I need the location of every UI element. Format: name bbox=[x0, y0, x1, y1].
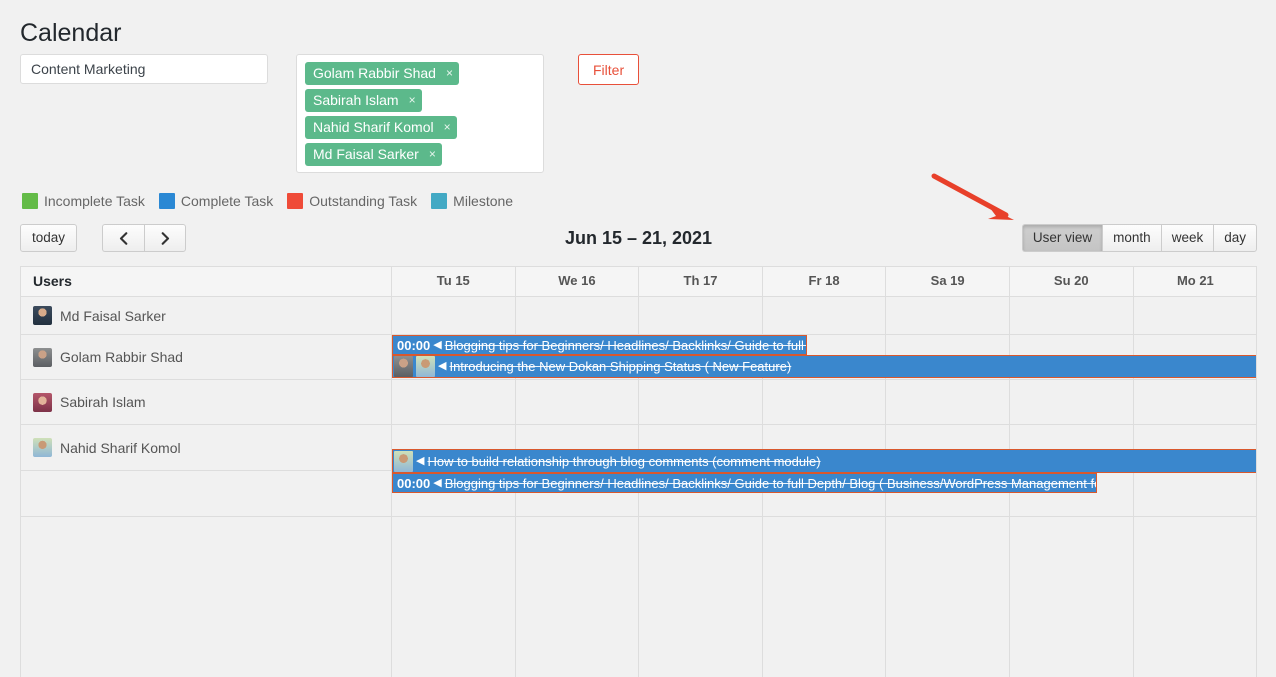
close-icon[interactable]: × bbox=[444, 118, 451, 136]
user-select-box[interactable]: Golam Rabbir Shad × Sabirah Islam × Nahi… bbox=[296, 54, 544, 173]
avatar bbox=[394, 450, 413, 472]
view-button-day[interactable]: day bbox=[1213, 224, 1257, 252]
calendar-event[interactable]: ◀ How to build relationship through blog… bbox=[392, 449, 1256, 473]
close-icon[interactable]: × bbox=[429, 145, 436, 163]
legend-item-incomplete: Incomplete Task bbox=[22, 193, 145, 209]
user-chip-label: Nahid Sharif Komol bbox=[313, 119, 434, 135]
calendar-header-row: Users Tu 15 We 16 Th 17 Fr 18 Sa 19 Su 2… bbox=[21, 267, 1256, 297]
event-title: Blogging tips for Beginners/ Headlines/ … bbox=[444, 337, 806, 353]
view-button-week[interactable]: week bbox=[1160, 224, 1214, 252]
caret-left-icon: ◀ bbox=[416, 454, 425, 467]
legend-label: Incomplete Task bbox=[44, 193, 145, 209]
caret-left-icon: ◀ bbox=[433, 476, 442, 489]
filter-bar: Golam Rabbir Shad × Sabirah Islam × Nahi… bbox=[20, 54, 640, 173]
legend-label: Complete Task bbox=[180, 193, 274, 209]
event-time: 00:00 bbox=[397, 475, 431, 491]
user-chip[interactable]: Sabirah Islam × bbox=[305, 89, 422, 112]
calendar-event[interactable]: ◀ Introducing the New Dokan Shipping Sta… bbox=[392, 355, 1256, 378]
legend-swatch bbox=[431, 193, 448, 209]
calendar-toolbar: today Jun 15 – 21, 2021 User view month … bbox=[20, 224, 1257, 254]
event-time: 00:00 bbox=[397, 337, 431, 353]
page-title: Calendar bbox=[20, 19, 122, 47]
column-header-day: Sa 19 bbox=[886, 267, 1010, 296]
user-chip-label: Md Faisal Sarker bbox=[313, 146, 419, 162]
user-chip-label: Golam Rabbir Shad bbox=[313, 65, 436, 81]
close-icon[interactable]: × bbox=[446, 64, 453, 82]
column-header-day: Th 17 bbox=[639, 267, 763, 296]
user-chip-label: Sabirah Islam bbox=[313, 92, 399, 108]
event-title: Introducing the New Dokan Shipping Statu… bbox=[449, 359, 792, 374]
legend-label: Outstanding Task bbox=[309, 193, 418, 209]
calendar-grid: Users Tu 15 We 16 Th 17 Fr 18 Sa 19 Su 2… bbox=[20, 266, 1257, 677]
calendar-event[interactable]: 00:00 ◀ Blogging tips for Beginners/ Hea… bbox=[392, 335, 807, 355]
column-header-day: Tu 15 bbox=[392, 267, 516, 296]
column-header-day: We 16 bbox=[516, 267, 640, 296]
legend-item-outstanding: Outstanding Task bbox=[287, 193, 417, 209]
annotation-arrow-icon bbox=[931, 173, 1014, 220]
legend: Incomplete Task Complete Task Outstandin… bbox=[22, 193, 521, 209]
calendar-body: Md Faisal Sarker Golam Rabbir Shad Sabir… bbox=[21, 297, 1256, 677]
project-input[interactable] bbox=[20, 54, 268, 84]
avatar bbox=[416, 356, 435, 377]
legend-swatch bbox=[287, 193, 304, 209]
legend-item-complete: Complete Task bbox=[158, 193, 274, 209]
caret-left-icon: ◀ bbox=[433, 338, 442, 351]
caret-left-icon: ◀ bbox=[438, 360, 447, 372]
event-title: How to build relationship through blog c… bbox=[427, 453, 821, 469]
column-header-day: Fr 18 bbox=[763, 267, 887, 296]
user-chip[interactable]: Nahid Sharif Komol × bbox=[305, 116, 457, 139]
legend-swatch bbox=[22, 193, 38, 209]
close-icon[interactable]: × bbox=[409, 91, 416, 109]
legend-swatch bbox=[158, 193, 175, 209]
calendar-event[interactable]: 00:00 ◀ Blogging tips for Beginners/ Hea… bbox=[392, 473, 1097, 493]
filter-button[interactable]: Filter bbox=[578, 54, 640, 85]
event-title: Blogging tips for Beginners/ Headlines/ … bbox=[444, 475, 1096, 491]
avatar bbox=[394, 356, 413, 377]
view-switcher: User view month week day bbox=[1021, 224, 1257, 252]
calendar-page: Calendar Golam Rabbir Shad × Sabirah Isl… bbox=[0, 0, 1276, 677]
column-header-day: Su 20 bbox=[1010, 267, 1134, 296]
user-chip[interactable]: Md Faisal Sarker × bbox=[305, 143, 442, 166]
column-header-users: Users bbox=[21, 267, 392, 296]
view-button-user-view[interactable]: User view bbox=[1021, 224, 1103, 252]
view-button-month[interactable]: month bbox=[1102, 224, 1161, 252]
legend-label: Milestone bbox=[453, 193, 514, 209]
legend-item-milestone: Milestone bbox=[431, 193, 513, 209]
column-header-day: Mo 21 bbox=[1176, 273, 1214, 288]
user-chip[interactable]: Golam Rabbir Shad × bbox=[305, 62, 459, 85]
event-overlay: 00:00 ◀ Blogging tips for Beginners/ Hea… bbox=[21, 297, 1256, 677]
